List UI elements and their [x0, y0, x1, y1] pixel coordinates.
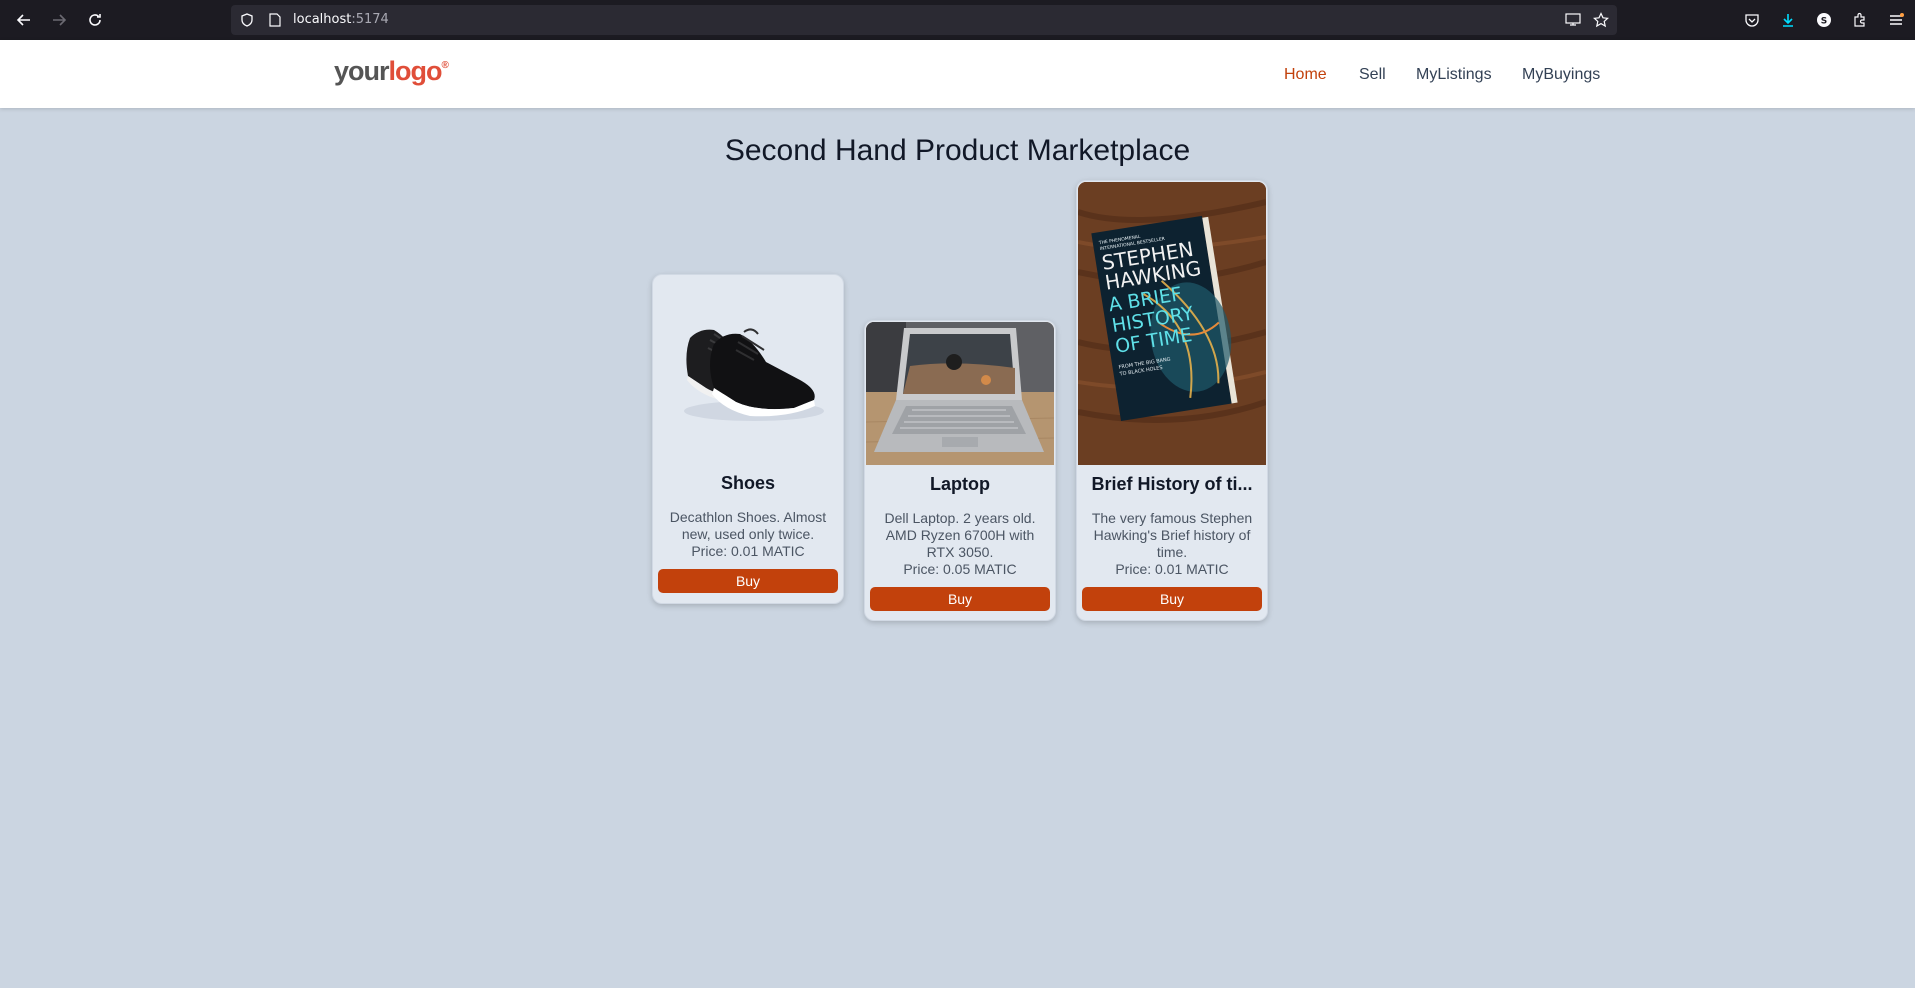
logo-registered-mark: ® — [441, 60, 449, 71]
logo-your: your — [334, 56, 390, 86]
menu-icon[interactable] — [1884, 8, 1908, 32]
pocket-icon[interactable] — [1740, 8, 1764, 32]
svg-text:S: S — [1821, 17, 1827, 27]
product-price: Price: 0.01 MATIC — [1115, 561, 1229, 577]
url-text[interactable]: localhost:5174 — [293, 12, 389, 27]
address-bar[interactable]: localhost:5174 — [231, 5, 1617, 35]
nav-home[interactable]: Home — [1284, 66, 1327, 84]
product-card: Shoes Decathlon Shoes. Almost new, used … — [652, 274, 844, 604]
product-description: Dell Laptop. 2 years old. AMD Ryzen 6700… — [884, 510, 1036, 560]
product-description: The very famous Stephen Hawking's Brief … — [1091, 510, 1253, 560]
page-title: Second Hand Product Marketplace — [724, 134, 1191, 167]
url-port: :5174 — [351, 12, 389, 27]
product-price: Price: 0.05 MATIC — [903, 561, 1017, 577]
logo[interactable]: yourlogo® — [334, 56, 449, 87]
bookmark-star-icon[interactable] — [1593, 12, 1609, 28]
shield-icon[interactable] — [239, 12, 255, 28]
product-image-shoes — [654, 276, 842, 464]
nav-sell[interactable]: Sell — [1359, 66, 1386, 84]
product-card: Laptop Dell Laptop. 2 years old. AMD Ryz… — [864, 320, 1056, 621]
forward-icon[interactable] — [47, 8, 71, 32]
download-icon[interactable] — [1776, 8, 1800, 32]
product-card: THE PHENOMENAL INTERNATIONAL BESTSELLER … — [1076, 180, 1268, 621]
product-name: Shoes — [720, 473, 776, 493]
translate-icon[interactable] — [1565, 12, 1581, 28]
site-header: yourlogo® Home Sell MyListings MyBuyings — [0, 40, 1915, 108]
buy-button-laptop[interactable]: Buy — [870, 587, 1050, 611]
page-icon[interactable] — [267, 12, 283, 28]
nav-mylistings[interactable]: MyListings — [1416, 66, 1492, 84]
browser-toolbar: localhost:5174 S — [0, 0, 1915, 40]
product-name: Brief History of ti... — [1091, 474, 1253, 494]
product-image-book: THE PHENOMENAL INTERNATIONAL BESTSELLER … — [1078, 182, 1266, 465]
logo-word: logo — [388, 56, 443, 86]
buy-button-shoes[interactable]: Buy — [658, 569, 838, 593]
product-description: Decathlon Shoes. Almost new, used only t… — [669, 509, 827, 542]
buy-button-book[interactable]: Buy — [1082, 587, 1262, 611]
url-host: localhost — [293, 12, 352, 27]
reload-icon[interactable] — [83, 8, 107, 32]
back-icon[interactable] — [12, 8, 36, 32]
product-price: Price: 0.01 MATIC — [691, 543, 805, 559]
account-icon[interactable]: S — [1812, 8, 1836, 32]
product-name: Laptop — [930, 474, 990, 494]
extensions-icon[interactable] — [1848, 8, 1872, 32]
nav-mybuyings[interactable]: MyBuyings — [1522, 66, 1600, 84]
product-image-laptop — [866, 322, 1054, 465]
